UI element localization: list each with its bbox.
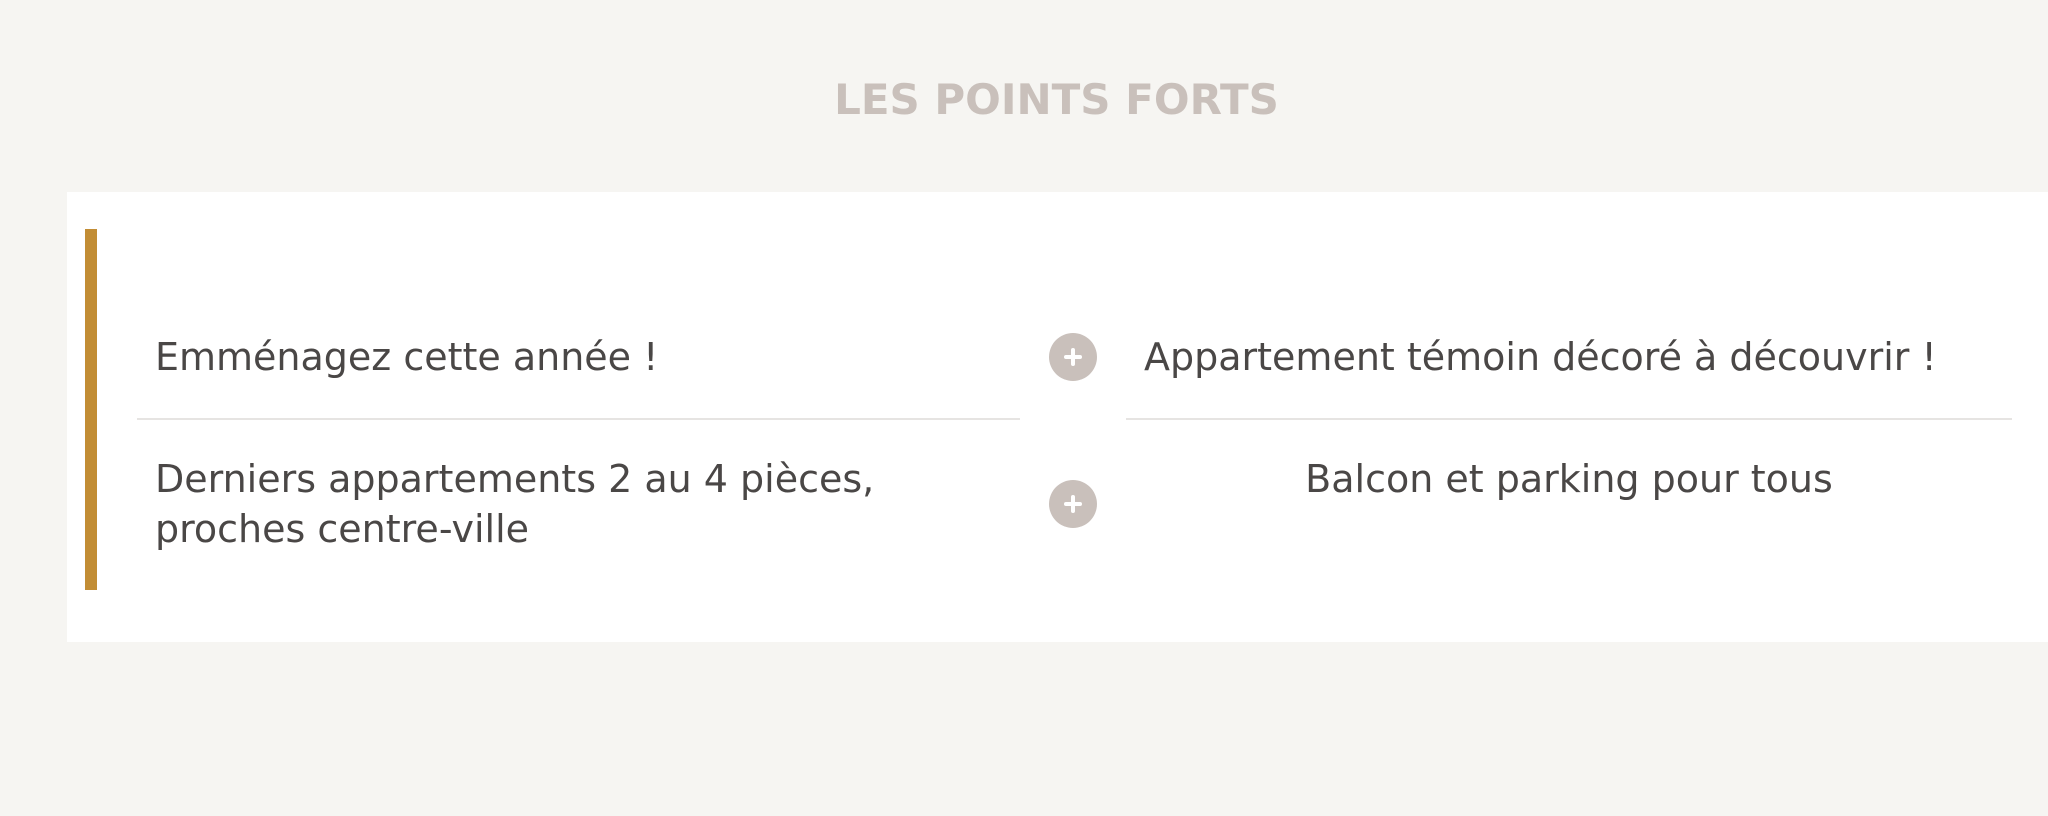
divider-right: [1126, 418, 2012, 420]
highlight-item-2: Appartement témoin décoré à découvrir !: [1144, 335, 1937, 379]
divider-left: [137, 418, 1020, 420]
section-title: LES POINTS FORTS: [834, 75, 1279, 124]
highlights-card: [67, 192, 2048, 642]
plus-icon: [1064, 495, 1082, 513]
highlight-item-4: Balcon et parking pour tous: [1305, 457, 1833, 501]
accent-bar: [85, 229, 97, 590]
plus-icon: [1064, 348, 1082, 366]
expand-toggle-button-2[interactable]: [1049, 480, 1097, 528]
highlight-item-1: Emménagez cette année !: [155, 335, 659, 379]
highlight-item-3-line-2: proches centre-ville: [155, 507, 530, 551]
expand-toggle-button-1[interactable]: [1049, 333, 1097, 381]
highlight-item-3-line-1: Derniers appartements 2 au 4 pièces,: [155, 457, 875, 501]
